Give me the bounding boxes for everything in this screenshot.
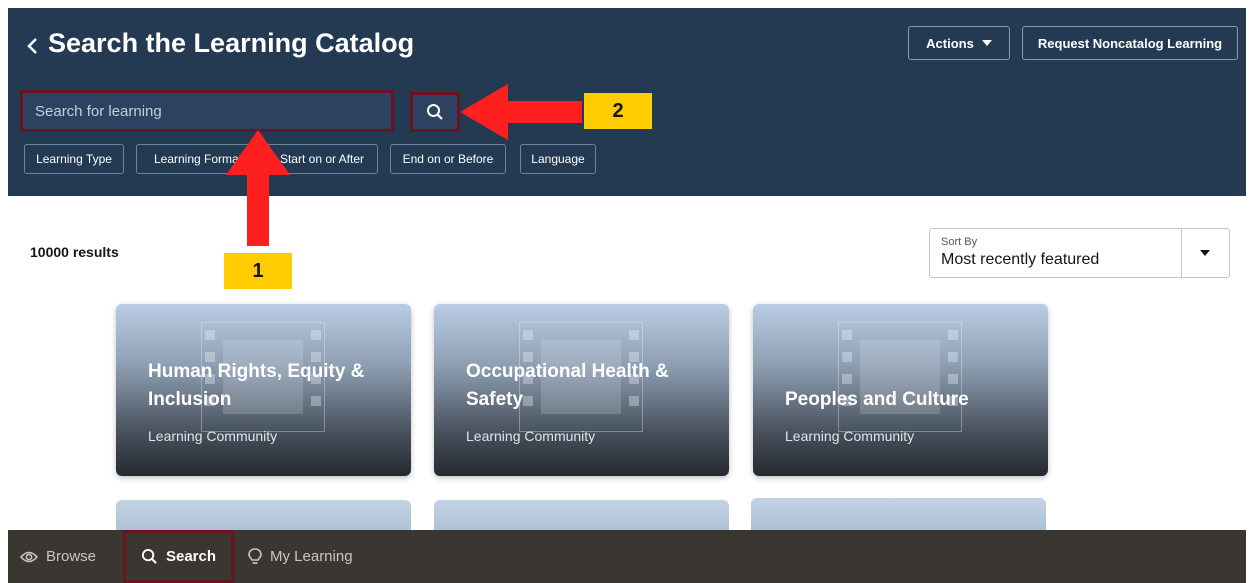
annotation-arrows — [226, 84, 582, 246]
arrow-left-annotation — [460, 84, 582, 140]
step-2-callout: 2 — [584, 93, 652, 129]
step-1-callout: 1 — [224, 253, 292, 289]
arrow-up-annotation — [226, 130, 290, 246]
